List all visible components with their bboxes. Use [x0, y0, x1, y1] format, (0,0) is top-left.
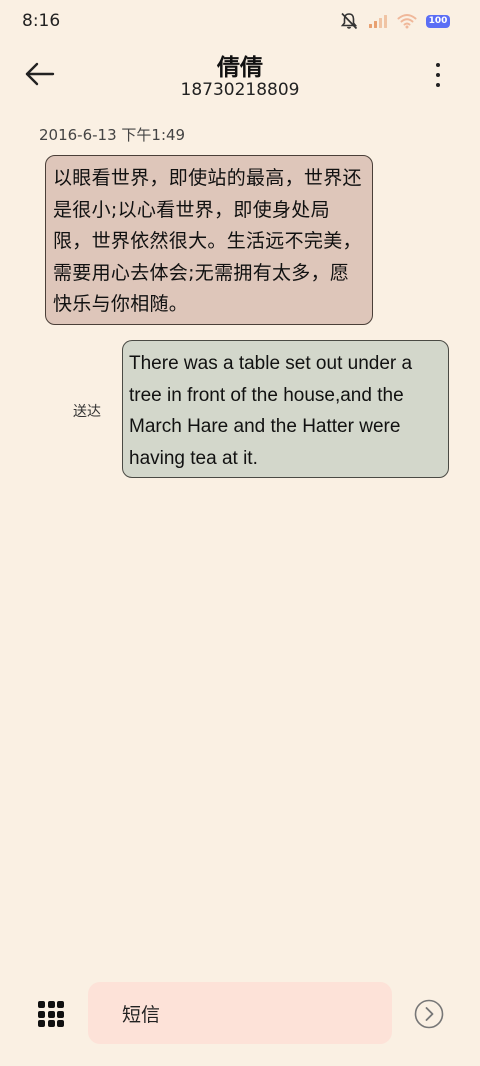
- battery-icon: 100: [426, 14, 450, 28]
- send-button[interactable]: [414, 999, 444, 1029]
- battery-level: 100: [428, 15, 448, 26]
- conversation-header: 倩倩 18730218809: [0, 44, 480, 108]
- incoming-message-text: 以眼看世界，即使站的最高，世界还是很小;以心看世界，即使身处局限，世界依然很大。…: [53, 167, 362, 315]
- incoming-message-bubble[interactable]: 以眼看世界，即使站的最高，世界还是很小;以心看世界，即使身处局限，世界依然很大。…: [45, 155, 373, 325]
- message-timestamp: 2016-6-13 下午1:49: [39, 126, 186, 144]
- grid-apps-icon: [38, 1001, 45, 1008]
- mute-icon: [339, 12, 359, 30]
- status-icons: 100: [339, 12, 450, 30]
- contact-name: 倩倩: [217, 55, 263, 81]
- status-bar: 8:16 100: [0, 0, 480, 44]
- contact-number: 18730218809: [180, 80, 300, 100]
- sms-input[interactable]: 短信: [88, 982, 392, 1044]
- more-options-button[interactable]: [428, 60, 448, 90]
- signal-icon: [368, 13, 388, 29]
- wifi-icon: [397, 13, 417, 29]
- messaging-screen: 8:16 100 倩倩 18730218809 2016-6-13 下午1:49…: [0, 0, 480, 1066]
- apps-grid-button[interactable]: [38, 1001, 64, 1027]
- status-time: 8:16: [22, 11, 61, 31]
- outgoing-message-bubble[interactable]: There was a table set out under a tree i…: [122, 340, 449, 478]
- send-arrow-icon: [414, 999, 444, 1029]
- outgoing-message-text: There was a table set out under a tree i…: [129, 353, 413, 469]
- more-vertical-icon: [436, 63, 440, 67]
- delivery-status: 送达: [73, 404, 101, 420]
- sms-input-placeholder: 短信: [122, 1003, 161, 1026]
